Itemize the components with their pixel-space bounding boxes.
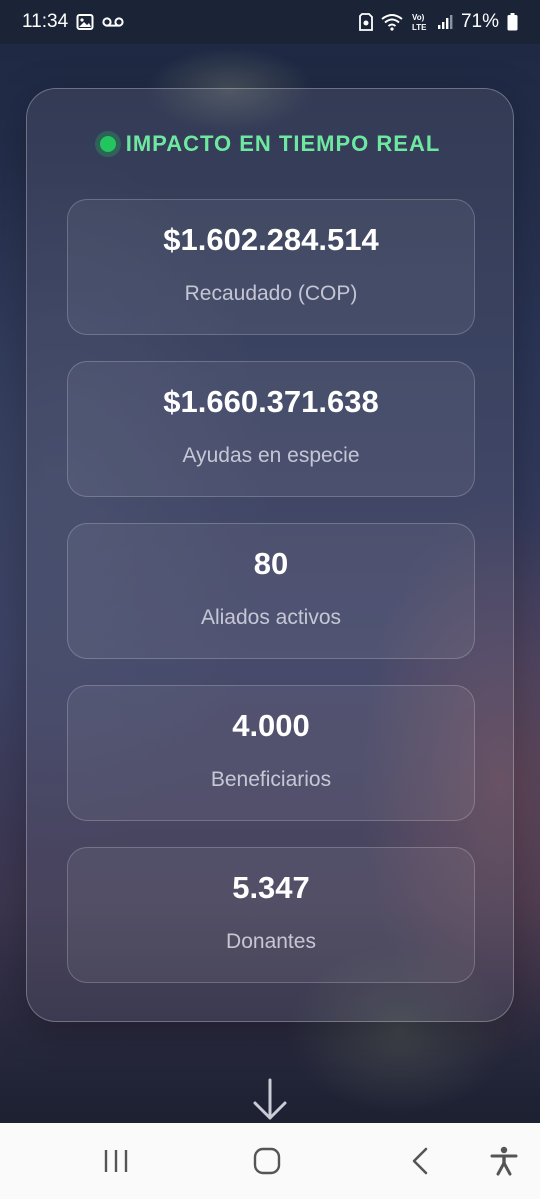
volte-icon: Vo) LTE xyxy=(411,12,429,32)
wifi-icon xyxy=(381,13,403,31)
battery-percent: 71% xyxy=(460,11,499,32)
sim-alert-icon xyxy=(359,13,373,31)
home-icon[interactable] xyxy=(247,1141,287,1181)
stat-value: 5.347 xyxy=(232,870,310,905)
arrow-down-icon[interactable] xyxy=(250,1078,290,1122)
stat-value: 80 xyxy=(253,546,289,581)
stat-label: Aliados activos xyxy=(200,606,342,629)
stat-label: Ayudas en especie xyxy=(182,444,360,467)
card-header: IMPACTO EN TIEMPO REAL xyxy=(27,131,513,157)
status-left: 11:34 xyxy=(22,11,124,33)
impact-card: IMPACTO EN TIEMPO REAL $1.602.284.514 Re… xyxy=(26,88,514,1022)
stat-donors: 5.347 Donantes xyxy=(67,847,475,983)
image-icon xyxy=(76,13,94,31)
battery-icon xyxy=(507,13,518,31)
status-bar: 11:34 Vo) LTE 71% xyxy=(0,0,540,44)
stat-value: $1.602.284.514 xyxy=(163,222,379,257)
voicemail-icon xyxy=(102,15,124,29)
signal-icon xyxy=(437,14,453,30)
stat-label: Beneficiarios xyxy=(210,768,332,791)
stat-in-kind-aid: $1.660.371.638 Ayudas en especie xyxy=(67,361,475,497)
accessibility-icon[interactable] xyxy=(484,1141,524,1181)
back-icon[interactable] xyxy=(400,1141,440,1181)
stat-value: $1.660.371.638 xyxy=(163,384,379,419)
recent-apps-icon[interactable] xyxy=(96,1141,136,1181)
live-indicator-icon xyxy=(99,136,116,152)
svg-text:LTE: LTE xyxy=(412,23,427,32)
card-title: IMPACTO EN TIEMPO REAL xyxy=(125,131,441,156)
stat-label: Donantes xyxy=(226,930,316,953)
stat-raised: $1.602.284.514 Recaudado (COP) xyxy=(67,199,475,335)
stat-value: 4.000 xyxy=(232,708,310,743)
stat-beneficiaries: 4.000 Beneficiarios xyxy=(67,685,475,821)
stat-active-allies: 80 Aliados activos xyxy=(67,523,475,659)
svg-text:Vo): Vo) xyxy=(412,13,425,22)
status-right: Vo) LTE 71% xyxy=(359,11,518,33)
clock: 11:34 xyxy=(22,11,69,32)
navigation-bar xyxy=(0,1123,540,1199)
stat-label: Recaudado (COP) xyxy=(184,282,358,305)
